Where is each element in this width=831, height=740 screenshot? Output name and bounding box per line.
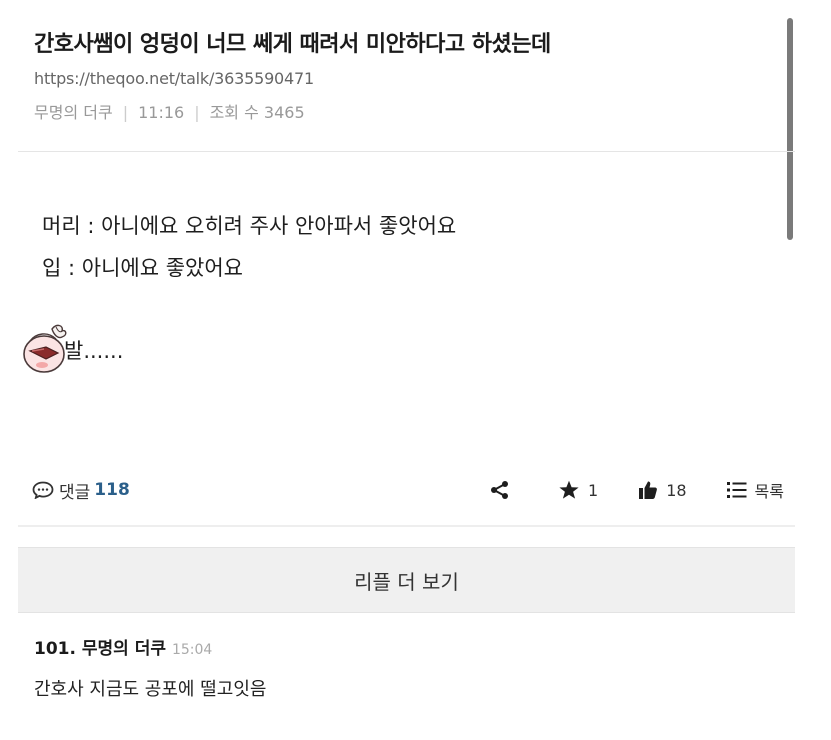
star-icon xyxy=(559,480,579,499)
sticker-line: 발...... xyxy=(22,320,123,376)
list-label: 목록 xyxy=(754,482,784,501)
star-count: 1 xyxy=(588,480,599,500)
comment-button[interactable]: 댓글 118 xyxy=(32,478,130,503)
comment-label: 댓글 xyxy=(59,482,91,503)
more-replies-button[interactable]: 리플 더 보기 xyxy=(18,547,795,613)
like-count: 18 xyxy=(666,480,687,500)
reply-text: 간호사 지금도 공포에 떨고잇음 xyxy=(34,679,267,700)
list-icon xyxy=(726,482,747,498)
post-author[interactable]: 무명의 더쿠 xyxy=(34,103,113,122)
like-button[interactable]: 18 xyxy=(638,480,687,500)
reply-author[interactable]: 101. 무명의 더쿠 xyxy=(34,639,166,659)
post-body: 머리 : 아니에요 오히려 주사 안아파서 좋앗어요 입 : 아니에요 좋았어요 xyxy=(42,205,742,289)
crying-peach-sticker-icon xyxy=(22,321,70,375)
post-header: 간호사쌤이 엉덩이 너므 쎄게 때려서 미안하다고 하셨는데 https://t… xyxy=(34,28,774,124)
post-page: 간호사쌤이 엉덩이 너므 쎄게 때려서 미안하다고 하셨는데 https://t… xyxy=(0,0,831,740)
scrollbar[interactable] xyxy=(787,18,793,240)
post-body-line: 입 : 아니에요 좋았어요 xyxy=(42,256,243,280)
comment-count: 118 xyxy=(94,480,130,500)
post-title: 간호사쌤이 엉덩이 너므 쎄게 때려서 미안하다고 하셨는데 xyxy=(34,32,551,57)
share-button[interactable] xyxy=(490,480,518,500)
post-meta: 무명의 더쿠 | 11:16 | 조회 수 3465 xyxy=(34,102,774,124)
comment-bubble-icon xyxy=(32,481,54,499)
reply-item: 101. 무명의 더쿠 15:04 간호사 지금도 공포에 떨고잇음 xyxy=(34,636,774,703)
right-actions: 1 18 목록 xyxy=(450,478,784,502)
star-button[interactable]: 1 xyxy=(558,480,598,500)
post-action-bar: 댓글 118 1 18 목록 xyxy=(32,472,784,508)
thumbs-up-icon xyxy=(639,481,658,499)
share-icon xyxy=(491,481,508,499)
action-divider xyxy=(18,525,795,527)
post-views: 조회 수 3465 xyxy=(209,103,305,122)
reply-time: 15:04 xyxy=(171,642,213,658)
reply-header: 101. 무명의 더쿠 15:04 xyxy=(34,636,774,663)
post-time: 11:16 xyxy=(138,103,185,122)
post-body-line: 머리 : 아니에요 오히려 주사 안아파서 좋앗어요 xyxy=(42,214,457,238)
sticker-caption: 발...... xyxy=(64,339,124,363)
list-button[interactable]: 목록 xyxy=(726,478,784,502)
header-divider xyxy=(18,151,795,152)
meta-separator: | xyxy=(194,103,200,122)
meta-separator: | xyxy=(122,103,129,122)
post-url[interactable]: https://theqoo.net/talk/3635590471 xyxy=(34,68,774,90)
